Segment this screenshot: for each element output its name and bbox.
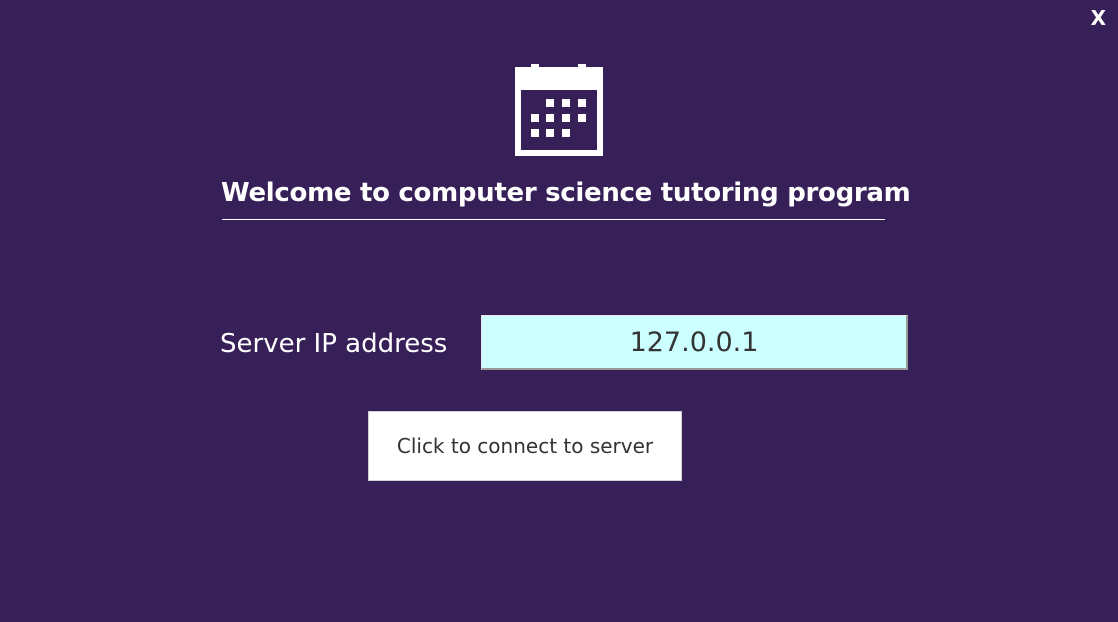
connect-button[interactable]: Click to connect to server — [368, 411, 682, 481]
title-underline — [222, 219, 885, 220]
close-button[interactable]: X — [1091, 6, 1106, 30]
page-title: Welcome to computer science tutoring pro… — [221, 178, 911, 208]
server-ip-input[interactable] — [481, 315, 908, 370]
server-ip-label: Server IP address — [220, 329, 448, 359]
calendar-icon — [515, 64, 603, 156]
